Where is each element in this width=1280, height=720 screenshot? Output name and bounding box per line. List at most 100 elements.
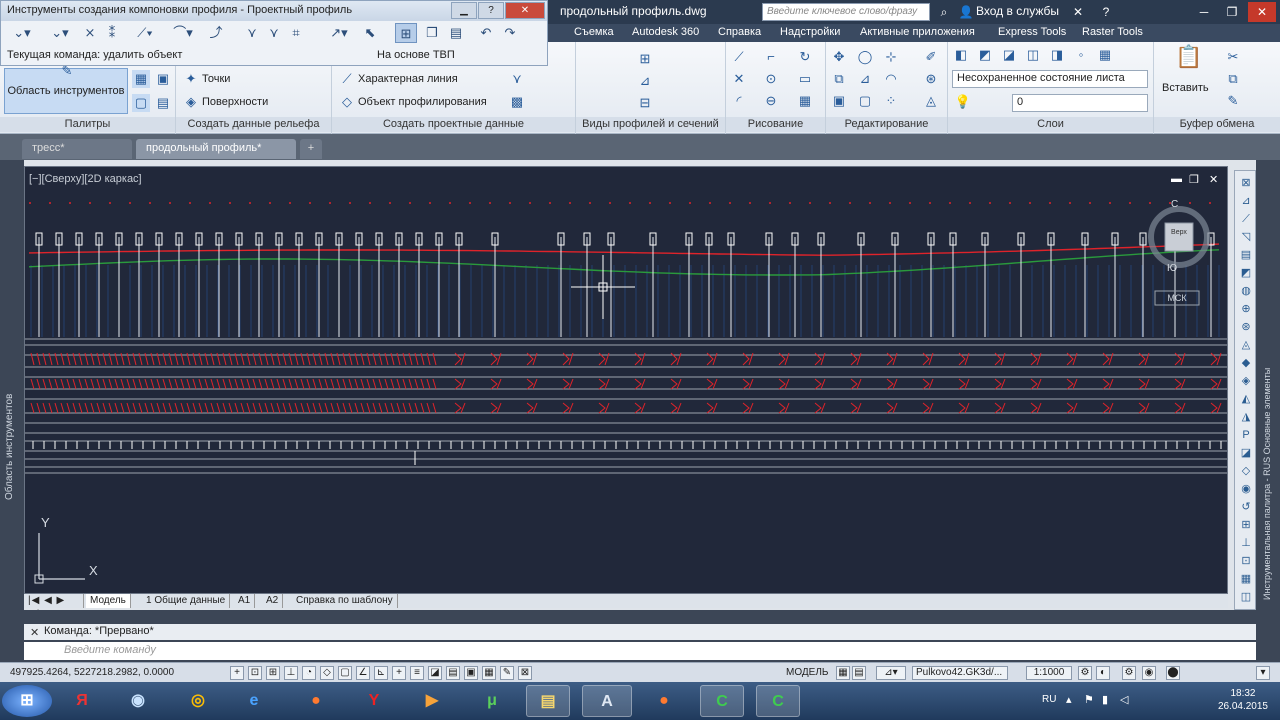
search-input[interactable]: Введите ключевое слово/фразу [762,3,930,21]
layout-nav-arrows[interactable]: |◀ ◀ ▶ ▶| [24,594,84,620]
toolspace-palette-strip[interactable]: Область инструментов [0,160,24,610]
cut-icon[interactable]: ✂ [1224,48,1242,66]
design-center-icon[interactable]: ▢ [132,94,150,112]
help-icon[interactable]: ? [1098,4,1114,20]
palette-tool-icon[interactable]: ◪ [1238,445,1254,461]
ellipse-icon[interactable]: ⊖ [762,92,780,110]
profile-view-icon[interactable]: ⊞ [636,50,654,68]
firefox2-app-icon[interactable]: ● [642,685,686,717]
grid-toggle[interactable]: ⊞ [266,666,280,680]
fillet-icon[interactable]: ◠ [882,70,900,88]
erase-icon[interactable]: ✐ [922,48,940,66]
assembly-icon[interactable]: ▩ [508,93,526,111]
rectangle-icon[interactable]: ▭ [796,70,814,88]
viewcube-top-face[interactable]: Верх [1165,229,1193,236]
sign-in-link[interactable]: Вход в службы [976,4,1059,18]
restore-button[interactable]: ❐ [1218,2,1246,22]
toolbox-help-button[interactable]: ? [478,2,504,19]
rotate-icon[interactable]: ↻ [796,48,814,66]
layer-state-select[interactable]: Несохраненное состояние листа [952,70,1148,88]
yandex-app-icon[interactable]: Я [60,685,104,717]
fixed-tangent-icon[interactable]: ⟋▾ [127,23,163,43]
volume-icon[interactable]: ◁ [1120,693,1128,706]
edit-pvi-icon[interactable]: ⋎ [241,23,263,43]
palette-tool-icon[interactable]: ↺ [1238,499,1254,515]
palette-tool-icon[interactable]: ◆ [1238,355,1254,371]
language-indicator[interactable]: RU [1042,694,1056,705]
panorama-icon[interactable]: ▤ [154,94,172,112]
camtasia2-app-icon[interactable]: C [756,685,800,717]
qp-toggle[interactable]: ▤ [446,666,460,680]
exchange-icon[interactable]: ✕ [1070,4,1086,20]
isolate-icon[interactable]: ◐ [1096,666,1110,680]
tool-palette-side[interactable]: Инструментальная палитра - RUS Основные … [1256,160,1280,610]
section-icon[interactable]: ⊿ [636,72,654,90]
flag-icon[interactable]: ⚑ [1084,693,1094,706]
viewport-close-icon[interactable]: ✕ [1209,173,1218,186]
lwt-toggle[interactable]: ≡ [410,666,424,680]
trim-icon[interactable]: ⊹ [882,48,900,66]
clean-screen-icon[interactable]: ◉ [1142,666,1156,680]
ducs-toggle[interactable]: ⊾ [374,666,388,680]
arc-icon[interactable]: ◜ [730,92,748,110]
palette-tool-icon[interactable]: ◈ [1238,373,1254,389]
camtasia-app-icon[interactable]: C [700,685,744,717]
utorrent-app-icon[interactable]: μ [470,685,514,717]
copy-profile-icon[interactable]: ❐ [421,23,443,43]
osnap-toggle[interactable]: ◇ [320,666,334,680]
viewport-minimize-icon[interactable]: ▬ [1171,173,1182,185]
media-app-icon[interactable]: ◉ [116,685,160,717]
yandex-browser-icon[interactable]: Y [352,685,396,717]
palette-tool-icon[interactable]: ⊛ [1238,319,1254,335]
palette-tool-icon[interactable]: ⊞ [1238,517,1254,533]
hatch-icon[interactable]: ▦ [796,92,814,110]
doc-tab-trass[interactable]: тресс* [22,139,132,159]
point-icon[interactable]: ✕ [730,70,748,88]
scale-icon[interactable]: ▢ [856,92,874,110]
palette-tool-icon[interactable]: P [1238,427,1254,443]
am-toggle[interactable]: ▦ [482,666,496,680]
redo-icon[interactable]: ↷ [499,23,521,43]
offset-icon[interactable]: ◬ [922,92,940,110]
curve-icon[interactable]: ⌒▾ [165,23,201,43]
line-icon[interactable]: ⟋ [730,48,748,66]
binoculars-icon[interactable]: ⌕ [936,4,952,20]
annotation-scale-lock[interactable]: ⊿▾ [876,666,906,680]
grid-view-icon[interactable]: ⌗ [285,23,307,43]
layer-freeze-icon[interactable]: ◨ [1048,46,1066,64]
hardware-accel-icon[interactable]: ⚙ [1122,666,1136,680]
command-input[interactable]: Введите команду [24,642,1256,660]
layer-state-icon[interactable]: ◩ [976,46,994,64]
annotation-scale-select[interactable]: 1:1000 [1026,666,1072,680]
palette-tool-icon[interactable]: ⊿ [1238,193,1254,209]
drawing-canvas[interactable] [25,167,1228,594]
corridor-icon[interactable]: ⋎ [508,70,526,88]
feature-line-button[interactable]: Характерная линия [358,73,458,85]
tool-palette-icon[interactable]: ▣ [154,70,172,88]
edit-elevation-icon[interactable]: ⋎ [263,23,285,43]
sub-entity-icon[interactable]: ↗▾ [321,23,357,43]
undo-icon[interactable]: ↶ [475,23,497,43]
tab-help[interactable]: Справка [718,26,761,38]
layer-walk-icon[interactable]: ▦ [1096,46,1114,64]
ie-app-icon[interactable]: e [232,685,276,717]
palette-tool-icon[interactable]: ◉ [1238,481,1254,497]
tab-raster-tools[interactable]: Raster Tools [1082,26,1143,38]
tab-autodesk360[interactable]: Autodesk 360 [632,26,699,38]
viewport-restore-icon[interactable]: ❐ [1189,173,1199,186]
palette-tool-icon[interactable]: ▦ [1238,571,1254,587]
quick-view-layouts[interactable]: ▦ [836,666,850,680]
palette-tool-icon[interactable]: ◩ [1238,265,1254,281]
tab-addins[interactable]: Надстройки [780,26,840,38]
copy-icon[interactable]: ⧉ [830,70,848,88]
grading-button[interactable]: Объект профилирования [358,96,487,108]
viewport-controls-label[interactable]: [−][Сверху][2D каркас] [29,173,142,185]
chrome-app-icon[interactable]: ◎ [176,685,220,717]
properties-icon[interactable]: ▤ [445,23,467,43]
palette-tool-icon[interactable]: ⊥ [1238,535,1254,551]
layer-properties-icon[interactable]: ◧ [952,46,970,64]
explode-icon[interactable]: ⊛ [922,70,940,88]
tab-express-tools[interactable]: Express Tools [998,26,1066,38]
paste-button[interactable]: Вставить [1162,82,1209,94]
surfaces-button[interactable]: Поверхности [202,96,268,108]
